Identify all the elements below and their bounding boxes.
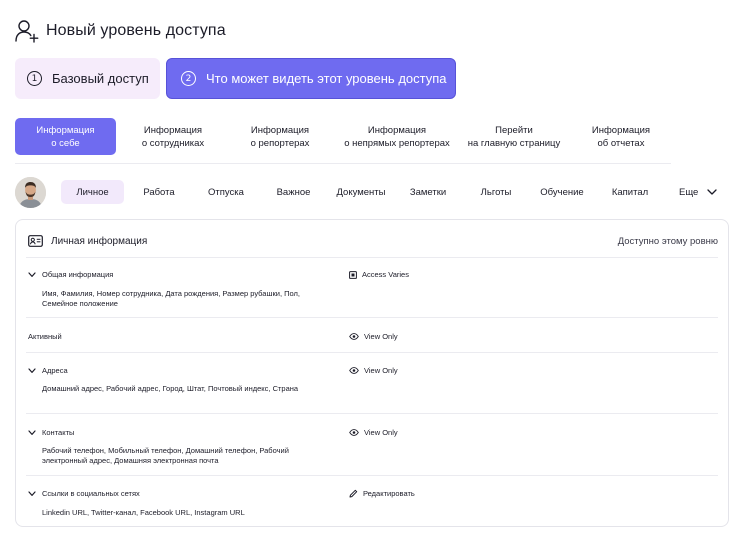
tab-label-line1: Перейти	[495, 124, 533, 136]
card-title: Личная информация	[51, 235, 148, 247]
divider	[26, 413, 718, 414]
main-tabs: Информация о себе Информация о сотрудниках…	[15, 118, 671, 164]
tab-label-line2: о сотрудниках	[141, 137, 205, 149]
row-description: Рабочий телефон, Мобильный телефон, Дома…	[42, 446, 289, 465]
page-title: Новый уровень доступа	[46, 22, 226, 39]
row-title: Активный	[28, 332, 62, 341]
pencil-icon	[349, 489, 358, 498]
step-label: Базовый доступ	[52, 71, 149, 86]
chevron-down-icon[interactable]	[28, 271, 36, 278]
row-title: Ссылки в социальных сетях	[42, 489, 140, 498]
access-label: Access Varies	[362, 270, 409, 279]
row-active: Активный	[28, 332, 62, 341]
row-access-social-links[interactable]: Редактировать	[349, 489, 415, 498]
tab-indirect-reporters-info[interactable]: Информация о непрямых репортерах	[337, 118, 457, 155]
access-label: View Only	[364, 332, 398, 341]
subnav-more[interactable]: Еще	[679, 180, 717, 204]
row-title: Адреса	[42, 366, 68, 375]
subnav-personal[interactable]: Личное	[61, 180, 124, 204]
tab-label-line2: о непрямых репортерах	[344, 137, 450, 149]
tab-label-line1: Информация	[36, 124, 95, 136]
subnav-important[interactable]: Важное	[266, 180, 321, 204]
tab-label-line2: о себе	[51, 137, 80, 149]
eye-icon	[349, 367, 359, 374]
sub-navigation: Личное Работа Отпуска Важное Документы З…	[15, 176, 727, 210]
tab-label-line1: Информация	[367, 124, 427, 136]
divider	[26, 257, 718, 258]
access-label: Редактировать	[363, 489, 415, 498]
row-title: Контакты	[42, 428, 75, 437]
step-number: 1	[27, 71, 42, 86]
avatar	[15, 177, 46, 208]
subnav-work[interactable]: Работа	[133, 180, 185, 204]
add-user-icon	[15, 20, 39, 43]
row-social-links[interactable]: Ссылки в социальных сетях	[28, 489, 140, 498]
step-number: 2	[181, 71, 196, 86]
tab-label-line1: Информация	[591, 124, 651, 136]
id-card-icon	[28, 235, 43, 247]
step-label: Что может видеть этот уровень доступа	[206, 71, 447, 86]
tab-reporters-info[interactable]: Информация о репортерах	[234, 118, 326, 155]
row-general-info[interactable]: Общая информация	[28, 270, 113, 279]
chevron-down-icon[interactable]	[28, 367, 36, 374]
access-label: View Only	[364, 366, 398, 375]
subnav-training[interactable]: Обучение	[533, 180, 591, 204]
tab-label-line1: Информация	[250, 124, 310, 136]
square-icon	[349, 270, 357, 279]
subnav-more-label: Еще	[679, 186, 699, 198]
divider	[26, 352, 718, 353]
chevron-down-icon	[707, 188, 717, 195]
row-title: Общая информация	[42, 270, 114, 279]
eye-icon	[349, 333, 359, 340]
subnav-notes[interactable]: Заметки	[401, 180, 455, 204]
divider	[26, 475, 718, 476]
row-description: Имя, Фамилия, Номер сотрудника, Дата рож…	[42, 289, 300, 308]
access-label: View Only	[364, 428, 398, 437]
subnav-documents[interactable]: Документы	[329, 180, 393, 204]
row-addresses[interactable]: Адреса	[28, 366, 68, 375]
row-access-active[interactable]: View Only	[349, 332, 398, 341]
row-access-general-info[interactable]: Access Varies	[349, 270, 409, 279]
personal-info-card: Личная информация Доступно этому ровню О…	[15, 219, 729, 527]
tab-reports-info[interactable]: Информация об отчетах	[581, 118, 661, 155]
divider	[26, 317, 718, 318]
tab-label-line2: о репортерах	[250, 137, 310, 149]
tab-go-home[interactable]: Перейти на главную страницу	[463, 118, 565, 155]
row-description: Домашний адрес, Рабочий адрес, Город, Шт…	[42, 384, 299, 393]
access-column-header: Доступно этому ровню	[617, 235, 718, 247]
eye-icon	[349, 429, 359, 436]
avatar-image	[15, 177, 46, 208]
subnav-vacation[interactable]: Отпуска	[197, 180, 255, 204]
tab-label-line2: на главную страницу	[467, 137, 561, 149]
tab-employees-info[interactable]: Информация о сотрудниках	[129, 118, 217, 155]
step-basic-access[interactable]: 1 Базовый доступ	[15, 58, 160, 99]
tab-label-line1: Информация	[143, 124, 203, 136]
row-contacts[interactable]: Контакты	[28, 428, 74, 437]
row-description: Linkedin URL, Twitter-канал, Facebook UR…	[42, 508, 245, 517]
subnav-benefits[interactable]: Льготы	[469, 180, 523, 204]
chevron-down-icon[interactable]	[28, 490, 36, 497]
step-visibility[interactable]: 2 Что может видеть этот уровень доступа	[166, 58, 456, 99]
row-access-contacts[interactable]: View Only	[349, 428, 398, 437]
row-access-addresses[interactable]: View Only	[349, 366, 398, 375]
page-header: Новый уровень доступа	[14, 18, 226, 44]
card-header: Личная информация Доступно этому ровню	[28, 232, 718, 250]
chevron-down-icon[interactable]	[28, 429, 36, 436]
tab-label-line2: об отчетах	[597, 137, 645, 149]
tab-self-info[interactable]: Информация о себе	[15, 118, 116, 155]
subnav-capital[interactable]: Капитал	[603, 180, 657, 204]
